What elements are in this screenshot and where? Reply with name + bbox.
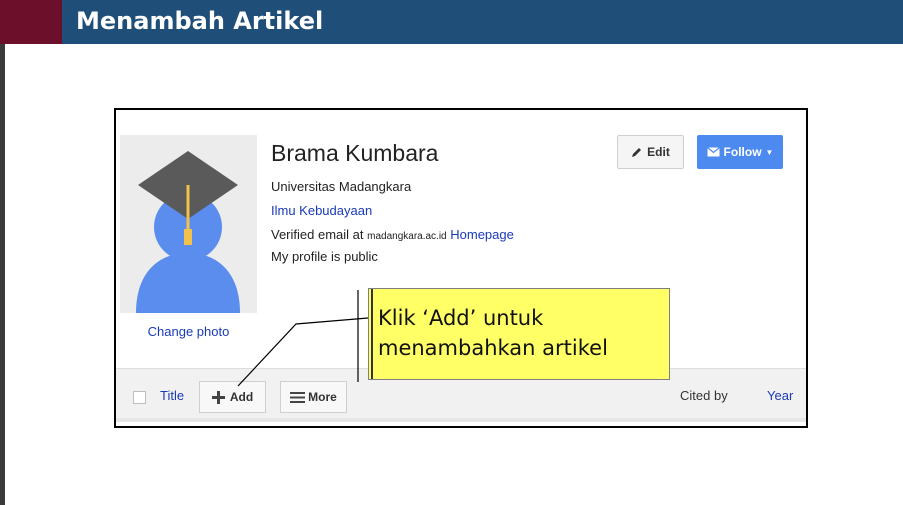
slide-title: Menambah Artikel	[76, 7, 324, 35]
header-accent-block	[0, 0, 62, 44]
profile-photo[interactable]	[120, 135, 257, 313]
callout-line-2: menambahkan artikel	[378, 336, 608, 360]
homepage-link[interactable]: Homepage	[450, 227, 514, 242]
sort-by-title-link[interactable]: Title	[160, 388, 184, 403]
callout-line-1: Klik ‘Add’ untuk	[378, 306, 544, 330]
add-label: Add	[229, 390, 254, 404]
verified-email-line: Verified email at madangkara.ac.id Homep…	[271, 227, 514, 242]
instruction-callout: Klik ‘Add’ untuk menambahkan artikel	[368, 288, 670, 380]
follow-label: Follow	[723, 145, 762, 159]
select-all-checkbox[interactable]	[133, 391, 146, 404]
callout-left-rule	[371, 289, 373, 379]
year-column-header[interactable]: Year	[767, 388, 793, 403]
callout-text: Klik ‘Add’ untuk menambahkan artikel	[378, 303, 608, 363]
change-photo-link[interactable]: Change photo	[120, 324, 257, 339]
profile-name: Brama Kumbara	[271, 140, 439, 166]
menu-lines-icon	[290, 391, 306, 403]
profile-affiliation: Universitas Madangkara	[271, 179, 412, 194]
plus-icon	[211, 390, 225, 404]
list-bottom-edge	[116, 418, 806, 422]
slide-header: Menambah Artikel	[0, 0, 903, 44]
profile-public-status: My profile is public	[271, 249, 378, 264]
scholar-profile-screenshot: Change photo Brama Kumbara Universitas M…	[114, 108, 808, 428]
cited-by-column-header[interactable]: Cited by	[680, 388, 728, 403]
follow-button[interactable]: Follow ▼	[697, 135, 783, 169]
profile-interest-link[interactable]: Ilmu Kebudayaan	[271, 203, 372, 218]
more-button[interactable]: More	[280, 381, 347, 413]
pencil-icon	[632, 148, 642, 157]
add-button[interactable]: Add	[199, 381, 266, 413]
more-label: More	[308, 390, 337, 404]
chevron-down-icon: ▼	[765, 147, 774, 157]
verified-domain: madangkara.ac.id	[367, 231, 447, 242]
envelope-icon	[706, 147, 720, 157]
graduate-avatar-icon	[136, 151, 240, 313]
edit-button[interactable]: Edit	[617, 135, 684, 169]
slide-left-border	[0, 0, 5, 505]
verified-prefix: Verified email at	[271, 227, 364, 242]
edit-label: Edit	[647, 145, 670, 159]
